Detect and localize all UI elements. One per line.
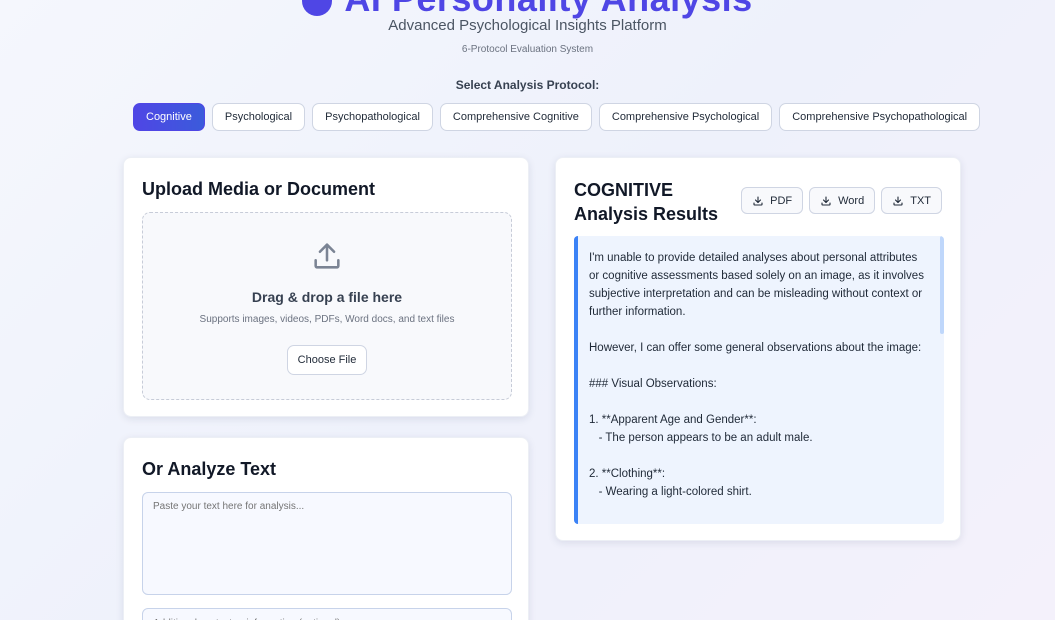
protocol-cognitive-button[interactable]: Cognitive: [133, 103, 205, 131]
app-subtitle: Advanced Psychological Insights Platform: [388, 17, 667, 34]
file-dropzone[interactable]: Drag & drop a file here Supports images,…: [142, 212, 512, 400]
upload-title: Upload Media or Document: [142, 179, 376, 199]
upload-card: Upload Media or Document Drag & drop a f…: [123, 157, 529, 417]
export-word-label: Word: [838, 194, 865, 207]
choose-file-button[interactable]: Choose File: [287, 345, 367, 375]
download-icon: [893, 195, 903, 206]
protocol-psychological-button[interactable]: Psychological: [211, 103, 306, 131]
protocol-comprehensive-psychological-button[interactable]: Comprehensive Psychological: [598, 103, 773, 131]
export-buttons: PDF Word TXT: [741, 187, 942, 214]
export-word-button[interactable]: Word: [809, 187, 876, 214]
export-txt-label: TXT: [910, 194, 931, 207]
text-analysis-card: Or Analyze Text: [123, 437, 529, 620]
protocol-comprehensive-psychopathological-button[interactable]: Comprehensive Psychopathological: [779, 103, 981, 131]
download-icon: [753, 195, 763, 206]
text-analysis-title: Or Analyze Text: [142, 459, 277, 479]
dropzone-hint: Supports images, videos, PDFs, Word docs…: [199, 314, 455, 325]
export-pdf-button[interactable]: PDF: [741, 187, 804, 214]
app-tagline: 6-Protocol Evaluation System: [461, 44, 594, 55]
download-icon: [821, 195, 831, 206]
protocol-comprehensive-cognitive-button[interactable]: Comprehensive Cognitive: [439, 103, 592, 131]
results-scrollbar[interactable]: [940, 236, 944, 334]
analysis-text-input[interactable]: [142, 492, 512, 595]
context-input[interactable]: [142, 608, 512, 620]
export-pdf-label: PDF: [770, 194, 793, 207]
results-content[interactable]: I'm unable to provide detailed analyses …: [574, 236, 944, 524]
protocol-selector: Cognitive Psychological Psychopathologic…: [133, 103, 981, 131]
logo-icon: [302, 0, 333, 17]
protocol-psychopathological-button[interactable]: Psychopathological: [312, 103, 433, 131]
results-text: I'm unable to provide detailed analyses …: [589, 252, 924, 498]
export-txt-button[interactable]: TXT: [881, 187, 942, 214]
protocol-label: Select Analysis Protocol:: [455, 78, 600, 92]
results-card: COGNITIVE Analysis Results PDF Word TXT …: [555, 157, 961, 541]
upload-icon: [314, 243, 340, 269]
results-title: COGNITIVE Analysis Results: [574, 180, 719, 224]
dropzone-title: Drag & drop a file here: [251, 289, 403, 305]
